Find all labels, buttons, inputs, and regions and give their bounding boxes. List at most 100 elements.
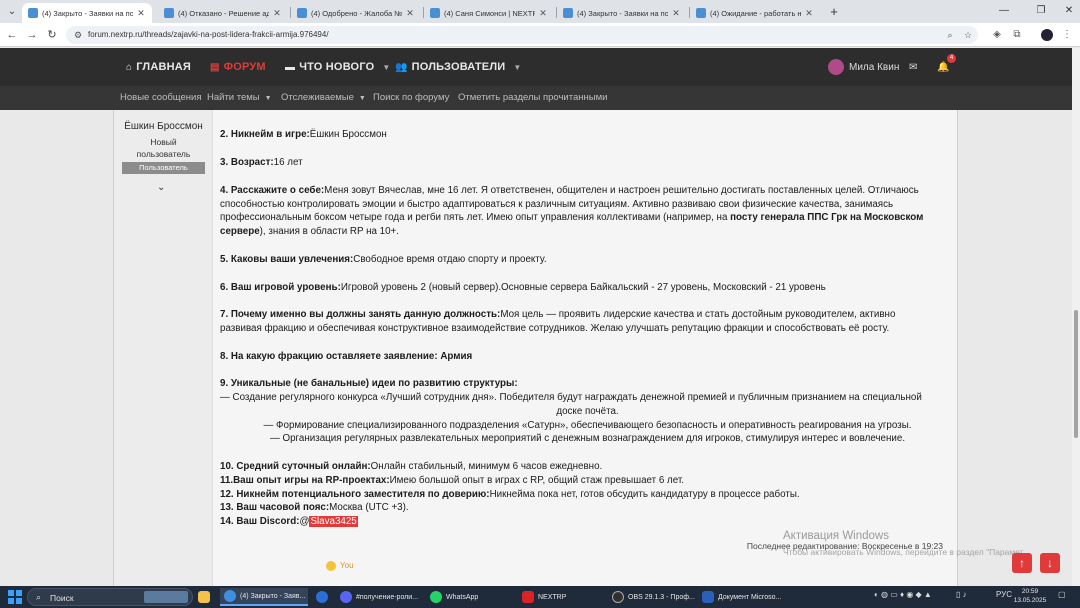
browser-tab-4[interactable]: (4) Саня Симонси | NEXTRP ✕: [424, 3, 554, 23]
start-windows-icon[interactable]: [8, 590, 22, 604]
taskbar-word[interactable]: Документ Microso...: [702, 588, 781, 606]
nav-whats-new[interactable]: ▬ ЧТО НОВОГО ▼: [285, 59, 391, 75]
file-explorer-icon[interactable]: [198, 588, 214, 606]
reload-icon[interactable]: ↻: [44, 27, 60, 43]
author-title-line1: Новый: [150, 137, 177, 147]
minimize-icon[interactable]: —: [995, 3, 1013, 19]
notifications-icon[interactable]: ▢: [1058, 590, 1066, 599]
discord-handle-highlight: Slava3425: [309, 516, 358, 527]
close-icon[interactable]: ✕: [405, 8, 415, 19]
new-tab-plus-icon[interactable]: +: [826, 4, 842, 19]
subnav-search-forums[interactable]: Поиск по форуму: [373, 92, 449, 103]
question-label: 12. Никнейм потенциального заместителя п…: [220, 489, 490, 500]
nav-members[interactable]: 👥 ПОЛЬЗОВАТЕЛИ ▼: [395, 59, 522, 75]
author-role-badge: Пользователь: [122, 162, 205, 174]
forward-arrow-icon[interactable]: →: [24, 27, 40, 43]
nav-home[interactable]: ⌂ ГЛАВНАЯ: [126, 59, 191, 75]
tab-title: (4) Одобрено - Жалоба №588: [311, 8, 402, 18]
answer-text: ), знания в области RP на 10+.: [259, 226, 400, 237]
tab-title: (4) Отказано - Решение адми: [178, 8, 269, 18]
bookmark-star-icon[interactable]: ☆: [962, 29, 974, 41]
subnav-watched[interactable]: Отслеживаемые ▼: [281, 92, 366, 103]
answer-text: Игровой уровень 2 (новый сервер).Основны…: [340, 282, 826, 293]
answer-discord: 14. Ваш Discord:@Slava3425: [220, 515, 358, 529]
reaction-users: You: [340, 561, 354, 570]
profile-avatar[interactable]: [1041, 29, 1053, 41]
site-info-icon[interactable]: ⚙: [72, 29, 84, 41]
post-reactions[interactable]: You: [326, 559, 354, 573]
search-icon: ⌕: [36, 592, 42, 602]
menu-kebab-icon[interactable]: ⋮: [1060, 28, 1074, 42]
subnav-find-threads[interactable]: Найти темы ▼: [207, 92, 272, 103]
nav-members-label: ПОЛЬЗОВАТЕЛИ: [411, 61, 506, 73]
close-icon[interactable]: ✕: [671, 8, 681, 19]
answer-text: профессиональным боксом четыре года и ре…: [220, 212, 731, 223]
scroll-up-button[interactable]: ↑: [1012, 553, 1032, 573]
chevron-down-icon[interactable]: ⌄: [157, 182, 165, 193]
tab-title: (4) Закрыто - Заявки на пост: [42, 8, 133, 18]
input-language[interactable]: РУС: [996, 590, 1012, 599]
close-icon[interactable]: ✕: [136, 8, 146, 19]
taskbar-app-icon[interactable]: [316, 588, 332, 606]
scrollbar-thumb[interactable]: [1074, 310, 1078, 438]
answer-text: Свободное время отдаю спорту и проекту.: [353, 254, 547, 265]
nav-forums[interactable]: ▤ ФОРУМ: [210, 59, 266, 75]
chevron-down-icon[interactable]: ▼: [382, 63, 390, 72]
browser-tab-2[interactable]: (4) Отказано - Решение адми ✕: [158, 3, 288, 23]
question-label: 7. Почему именно вы должны занять данную…: [220, 309, 501, 320]
answer-hobbies: 5. Каковы ваши увлечения:Свободное время…: [220, 253, 547, 267]
address-bar[interactable]: ⚙ forum.nextrp.ru/threads/zajavki-na-pos…: [66, 26, 978, 44]
forum-page: ⌂ ГЛАВНАЯ ▤ ФОРУМ ▬ ЧТО НОВОГО ▼ 👥 ПОЛЬЗОВАТЕ…: [0, 48, 1080, 586]
taskbar-clock[interactable]: 20:59 13.05.2025: [1012, 587, 1048, 605]
taskbar-search[interactable]: ⌕ Поиск: [27, 588, 193, 606]
answer-online: 10. Средний суточный онлайн:Онлайн стаби…: [220, 460, 602, 474]
tab-search-icon[interactable]: ⌄: [4, 4, 20, 19]
taskbar-whatsapp[interactable]: WhatsApp: [430, 588, 478, 606]
subnav-new-posts[interactable]: Новые сообщения: [120, 92, 202, 103]
nav-whats-new-label: ЧТО НОВОГО: [299, 61, 375, 73]
inbox-envelope-icon[interactable]: ✉: [909, 58, 917, 76]
zoom-icon[interactable]: ⌕: [944, 29, 956, 41]
answer-bold-text: посту генерала ППС Грк на Московском: [730, 212, 924, 223]
username: Мила Квин: [849, 61, 900, 73]
taskbar-obs[interactable]: OBS 29.1.3 - Проф...: [612, 588, 695, 606]
browser-tab-6[interactable]: (4) Ожидание - работать надо ✕: [690, 3, 820, 23]
restore-icon[interactable]: ❐: [1032, 3, 1050, 19]
answer-about-line3: профессиональным боксом четыре года и ре…: [220, 211, 923, 225]
extensions-puzzle-icon[interactable]: ⧉: [1010, 28, 1024, 42]
close-icon[interactable]: ✕: [272, 8, 282, 19]
home-icon: ⌂: [126, 61, 133, 73]
browser-toolbar: ← → ↻ ⚙ forum.nextrp.ru/threads/zajavki-…: [0, 23, 1080, 47]
question-label: 6. Ваш игровой уровень:: [220, 282, 341, 293]
page-scrollbar[interactable]: [1072, 48, 1080, 586]
close-window-icon[interactable]: ✕: [1060, 3, 1078, 19]
tray-system-icons[interactable]: ▯ ♪: [956, 590, 967, 599]
answer-nickname: 2. Никнейм в игре:Ёшкин Броссмон: [220, 128, 387, 142]
answer-why-line1: 7. Почему именно вы должны занять данную…: [220, 308, 895, 322]
close-icon[interactable]: ✕: [538, 8, 548, 19]
tray-icons[interactable]: ◐ ◍ ▭ ♦ ◉ ◆ ▲: [874, 590, 932, 599]
search-highlight-art: [144, 591, 188, 603]
back-arrow-icon[interactable]: ←: [4, 27, 20, 43]
taskbar-chrome[interactable]: (4) Закрыто - Заяв...: [220, 588, 308, 606]
taskbar-nextrp[interactable]: NEXTRP: [522, 588, 566, 606]
taskbar-discord[interactable]: #получение-роли...: [340, 588, 418, 606]
chevron-down-icon[interactable]: ▼: [513, 63, 521, 72]
browser-tab-3[interactable]: (4) Одобрено - Жалоба №588 ✕: [291, 3, 421, 23]
scroll-down-button[interactable]: ↓: [1040, 553, 1060, 573]
answer-text: 16 лет: [273, 157, 303, 168]
subnav-mark-read[interactable]: Отметить разделы прочитанными: [458, 92, 607, 103]
account-link[interactable]: Мила Квин: [828, 58, 899, 76]
taskbar-label: Документ Microso...: [718, 593, 782, 601]
close-icon[interactable]: ✕: [804, 8, 814, 19]
extension-shield-icon[interactable]: ◈: [990, 28, 1004, 42]
question-label: 3. Возраст:: [220, 157, 274, 168]
idea-item-1: — Создание регулярного конкурса «Лучший …: [220, 392, 922, 403]
taskbar-label: NEXTRP: [538, 593, 567, 601]
author-title-line2: пользователь: [136, 149, 191, 159]
author-name[interactable]: Ёшкин Броссмон: [114, 121, 213, 132]
browser-tab-5[interactable]: (4) Закрыто - Заявки на пост л ✕: [557, 3, 687, 23]
tab-title: (4) Саня Симонси | NEXTRP: [444, 8, 535, 18]
question-label: 10. Средний суточный онлайн:: [220, 461, 371, 472]
browser-tab-1[interactable]: (4) Закрыто - Заявки на пост ✕: [22, 3, 152, 23]
